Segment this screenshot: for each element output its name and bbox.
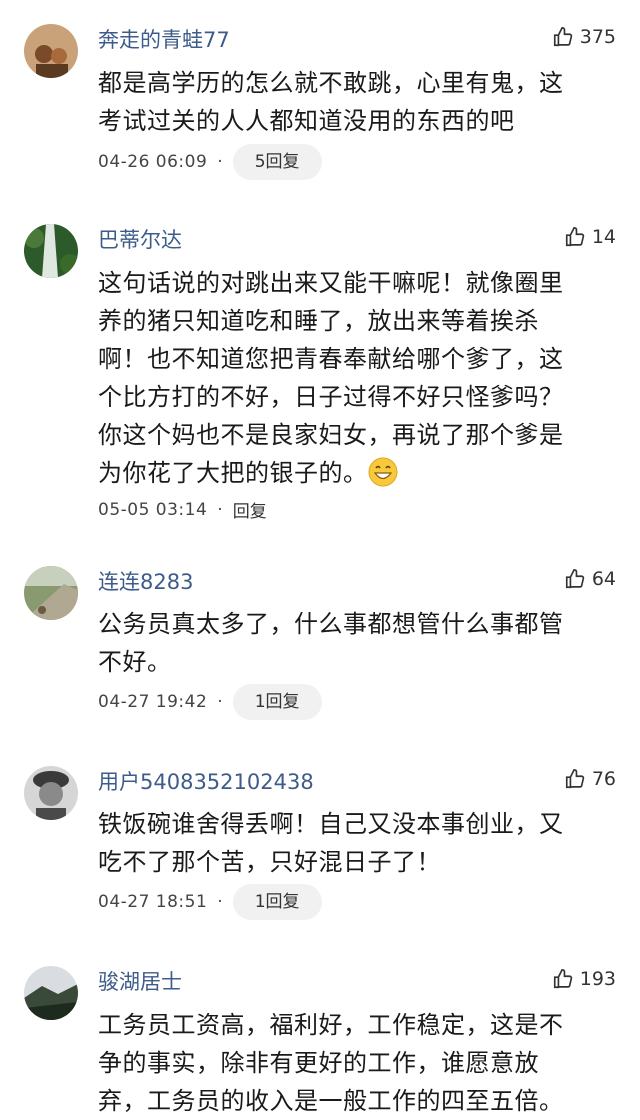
comment-line: 不好。 (98, 648, 172, 676)
comment-text: 公务员真太多了，什么事都想管什么事都管 不好。 (98, 605, 608, 681)
separator-dot: · (217, 499, 223, 520)
thumbs-up-icon (564, 226, 586, 248)
timestamp: 05-05 03:14 (98, 499, 208, 520)
separator-dot: · (217, 152, 223, 172)
comment-line: 这句话说的对跳出来又能干嘛呢！就像圈里 (98, 269, 564, 297)
comment-line: 吃不了那个苦，只好混日子了！ (98, 848, 441, 876)
like-button[interactable]: 14 (564, 226, 616, 248)
comment-line: 争的事实，除非有更好的工作，谁愿意放 (98, 1049, 539, 1077)
avatar[interactable] (24, 566, 78, 620)
avatar[interactable] (24, 224, 78, 278)
username[interactable]: 奔走的青蛙77 (98, 24, 230, 54)
separator-dot: · (217, 892, 223, 912)
timestamp: 04-27 19:42 (98, 692, 208, 712)
avatar[interactable] (24, 24, 78, 78)
comment-meta: 04-27 19:42 · 1回复 (98, 684, 322, 720)
thumbs-up-icon (552, 26, 574, 48)
timestamp: 04-27 18:51 (98, 892, 208, 912)
separator-dot: · (217, 692, 223, 712)
like-count: 375 (579, 26, 616, 48)
like-button[interactable]: 375 (552, 26, 616, 48)
comment-line-text: 为你花了大把的银子的。 (98, 459, 368, 487)
like-button[interactable]: 64 (564, 568, 616, 590)
comment-line: 铁饭碗谁舍得丢啊！自己又没本事创业，又 (98, 810, 564, 838)
thumbs-up-icon (564, 568, 586, 590)
comment-text: 工务员工资高，福利好，工作稳定，这是不 争的事实，除非有更好的工作，谁愿意放 弃… (98, 1006, 608, 1120)
comment-line: 工务员工资高，福利好，工作稳定，这是不 (98, 1011, 564, 1039)
username[interactable]: 连连8283 (98, 566, 193, 596)
comment-text: 都是高学历的怎么就不敢跳，心里有鬼，这 考试过关的人人都知道没用的东西的吧 (98, 64, 608, 140)
reply-button[interactable]: 1回复 (232, 884, 322, 920)
comment-line: 为你花了大把的银子的。 (98, 454, 608, 492)
like-count: 76 (591, 768, 616, 790)
comment-line: 个比方打的不好，日子过得不好只怪爹吗？ (98, 383, 564, 411)
comment-line: 啊！也不知道您把青春奉献给哪个爹了，这 (98, 345, 564, 373)
like-count: 64 (591, 568, 616, 590)
like-button[interactable]: 76 (564, 768, 616, 790)
comment-line: 你这个妈也不是良家妇女，再说了那个爹是 (98, 421, 564, 449)
comment-line: 都是高学历的怎么就不敢跳，心里有鬼，这 (98, 69, 564, 97)
comment-text: 这句话说的对跳出来又能干嘛呢！就像圈里 养的猪只知道吃和睡了，放出来等着挨杀 啊… (98, 264, 608, 492)
timestamp: 04-26 06:09 (98, 152, 208, 172)
comment-line: 弃，工务员的收入是一般工作的四至五倍。 (98, 1087, 564, 1115)
comment-meta: 04-26 06:09 · 5回复 (98, 144, 322, 180)
comment-line: 公务员真太多了，什么事都想管什么事都管 (98, 610, 564, 638)
reply-button[interactable]: 5回复 (232, 144, 322, 180)
like-count: 14 (591, 226, 616, 248)
comment-line: 考试过关的人人都知道没用的东西的吧 (98, 107, 515, 135)
thumbs-up-icon (564, 768, 586, 790)
username[interactable]: 巴蒂尔达 (98, 224, 182, 254)
username[interactable]: 用户5408352102438 (98, 766, 314, 796)
like-button[interactable]: 193 (552, 968, 616, 990)
like-count: 193 (579, 968, 616, 990)
username[interactable]: 骏湖居士 (98, 966, 182, 996)
comment-meta: 05-05 03:14 · 回复 (98, 497, 267, 523)
comment-line: 养的猪只知道吃和睡了，放出来等着挨杀 (98, 307, 539, 335)
avatar[interactable] (24, 766, 78, 820)
avatar[interactable] (24, 966, 78, 1020)
comment-meta: 04-27 18:51 · 1回复 (98, 884, 322, 920)
reply-button[interactable]: 回复 (233, 497, 267, 522)
comment-text: 铁饭碗谁舍得丢啊！自己又没本事创业，又 吃不了那个苦，只好混日子了！ (98, 805, 608, 881)
reply-button[interactable]: 1回复 (232, 684, 322, 720)
thumbs-up-icon (552, 968, 574, 990)
grinning-face-icon (368, 457, 397, 487)
